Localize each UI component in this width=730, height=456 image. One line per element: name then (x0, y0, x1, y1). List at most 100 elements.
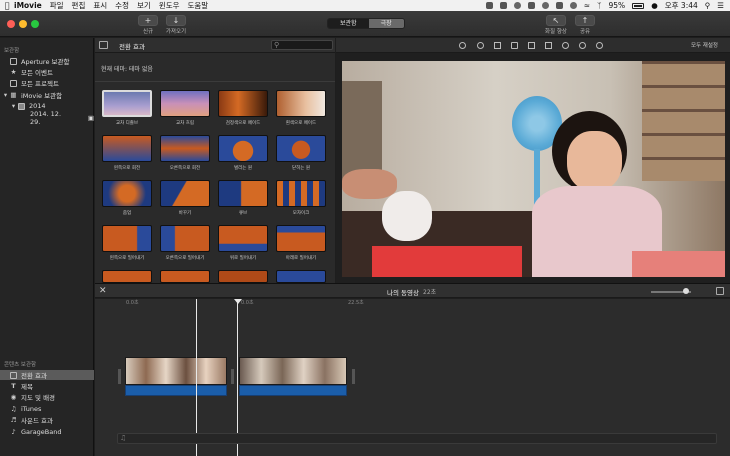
sidebar-item-event-2014-12-29[interactable]: 2014. 12. 29. ▣ (0, 110, 94, 126)
transition-tile[interactable] (160, 270, 210, 283)
battery-icon[interactable] (632, 2, 645, 9)
magic-wand-icon: ↖ (552, 16, 560, 25)
video-preview[interactable] (342, 61, 725, 277)
guitar-icon: ♪ (11, 427, 16, 436)
clip-filter-icon[interactable] (579, 42, 586, 49)
enhance-label: 화질 향상 (545, 29, 567, 35)
transition-tile-fade-black[interactable] (218, 90, 268, 117)
reset-all-button[interactable]: 모두 재설정 (691, 41, 718, 49)
transition-tile-push-up[interactable] (218, 225, 268, 252)
menu-help[interactable]: 도움말 (188, 0, 209, 11)
battery-percent[interactable]: 95% (609, 1, 626, 10)
import-button[interactable]: ↓ (166, 15, 186, 26)
sidebar-item-aperture[interactable]: Aperture 보관함 (0, 56, 94, 66)
sidebar-item-itunes[interactable]: ♫ iTunes (0, 404, 94, 414)
transition-tile-zoom[interactable] (102, 180, 152, 207)
transition-tile-cross-blur[interactable] (160, 90, 210, 117)
new-button[interactable]: + (138, 15, 158, 26)
transition-tile-spin-left[interactable] (102, 135, 152, 162)
color-balance-icon[interactable] (459, 42, 466, 49)
menu-modify[interactable]: 수정 (115, 0, 129, 11)
sidebar-item-maps-backgrounds[interactable]: ◉ 지도 및 배경 (0, 392, 94, 402)
sidebar-item-titles[interactable]: T 제목 (0, 381, 94, 391)
notification-center-icon[interactable]: ☰ (717, 1, 724, 10)
status-app-icon-6[interactable] (555, 2, 563, 9)
menu-window[interactable]: 윈도우 (159, 0, 180, 11)
sidebar-toggle-icon[interactable] (99, 41, 108, 49)
video-clip[interactable] (239, 357, 347, 385)
sidebar-item-transitions[interactable]: 전환 효과 (0, 370, 94, 380)
spotlight-icon[interactable]: ⚲ (705, 1, 711, 10)
transition-tile[interactable] (218, 270, 268, 283)
transition-tile-spin-right[interactable] (160, 135, 210, 162)
crop-icon[interactable] (494, 42, 501, 49)
close-window-button[interactable] (7, 20, 15, 28)
minimize-window-button[interactable] (19, 20, 27, 28)
transition-tile-push-down[interactable] (276, 225, 326, 252)
info-icon[interactable] (596, 42, 603, 49)
enhance-button[interactable]: ↖ (546, 15, 566, 26)
zoom-window-button[interactable] (31, 20, 39, 28)
transition-tile[interactable] (276, 270, 326, 283)
transitions-icon (10, 371, 17, 379)
menu-view[interactable]: 보기 (137, 0, 151, 11)
transition-tile-circle-open[interactable] (218, 135, 268, 162)
event-icon: ▣ (87, 114, 94, 122)
status-app-icon-2[interactable] (499, 2, 507, 9)
menu-file[interactable]: 파일 (50, 0, 64, 11)
transition-tile-push-left[interactable] (102, 225, 152, 252)
library-icon (10, 57, 17, 65)
status-app-icon-4[interactable] (527, 2, 535, 9)
transition-tile-cross-dissolve[interactable] (102, 90, 152, 117)
transition-tile[interactable] (102, 270, 152, 283)
audio-waveform[interactable] (125, 385, 227, 396)
status-app-icon[interactable] (485, 2, 493, 9)
close-icon[interactable]: ✕ (99, 286, 107, 296)
transition-tile-fade-white[interactable] (276, 90, 326, 117)
sidebar-item-label: 지도 및 배경 (21, 394, 56, 402)
background-music-well[interactable]: ♫ (117, 433, 717, 444)
star-icon: ★ (10, 67, 17, 76)
clock[interactable]: 오후 3:44 (665, 0, 698, 11)
sidebar-item-sound-effects[interactable]: ♬ 사운드 효과 (0, 415, 94, 425)
audio-waveform[interactable] (239, 385, 347, 396)
sidebar-item-imovie-library[interactable]: ▾ ▦ iMovie 보관함 (0, 90, 94, 100)
transition-tile-push-right[interactable] (160, 225, 210, 252)
video-clip[interactable] (125, 357, 227, 385)
clip-appearance-icon[interactable] (716, 287, 724, 295)
speed-icon[interactable] (562, 42, 569, 49)
timeline[interactable]: 0.0초 0.0초 22.5초 ♫ (95, 299, 730, 456)
status-app-icon-7[interactable] (569, 2, 577, 9)
wifi-icon[interactable]: ≈ (584, 1, 590, 10)
transition-tile-mosaic[interactable] (276, 180, 326, 207)
transition-icon[interactable] (231, 369, 234, 384)
color-correction-icon[interactable] (477, 42, 484, 49)
tab-theater[interactable]: 극장 (368, 19, 404, 28)
volume-icon[interactable] (528, 42, 535, 49)
apple-icon[interactable]:  (0, 1, 14, 10)
menu-edit[interactable]: 편집 (72, 0, 86, 11)
bluetooth-icon[interactable]: ᛉ (597, 1, 602, 10)
stabilization-icon[interactable] (511, 42, 518, 49)
clip-trim-handle[interactable] (118, 369, 121, 384)
sidebar-item-all-events[interactable]: ★ 모든 이벤트 (0, 67, 94, 77)
share-button[interactable]: ↑ (575, 15, 595, 26)
search-field[interactable]: ⚲ (271, 40, 333, 50)
noise-reduction-icon[interactable] (545, 42, 552, 49)
transition-tile-cube[interactable] (218, 180, 268, 207)
playhead-marker[interactable] (234, 299, 242, 304)
status-app-icon-3[interactable] (513, 2, 521, 9)
sidebar-item-garageband[interactable]: ♪ GarageBand (0, 427, 94, 437)
transition-tile-swap[interactable] (160, 180, 210, 207)
sidebar-item-all-projects[interactable]: 모든 프로젝트 (0, 78, 94, 88)
tab-library[interactable]: 보관함 (328, 19, 369, 28)
sidebar-item-label: 2014 (29, 102, 46, 110)
transition-tile-circle-close[interactable] (276, 135, 326, 162)
menu-app-name[interactable]: iMovie (14, 1, 42, 10)
clip-trim-handle[interactable] (352, 369, 355, 384)
library-header: 보관함 (4, 48, 20, 54)
input-flag-icon[interactable]: ● (651, 1, 658, 10)
status-app-icon-5[interactable] (541, 2, 549, 9)
menu-mark[interactable]: 표시 (93, 0, 107, 11)
zoom-slider-knob[interactable] (683, 288, 689, 294)
